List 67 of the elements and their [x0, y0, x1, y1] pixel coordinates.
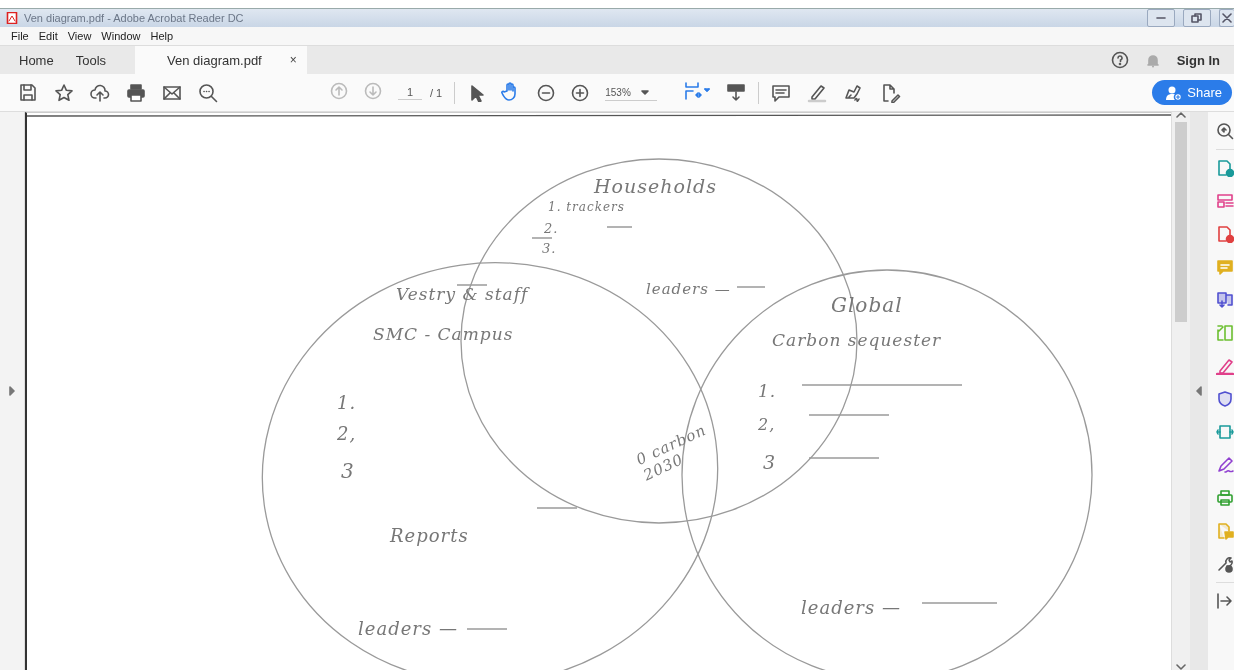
comment-icon[interactable] [771, 82, 792, 103]
scrollbar-thumb[interactable] [1175, 122, 1187, 322]
handwritten-note: Carbon sequester [772, 330, 942, 350]
cloud-upload-icon[interactable] [90, 82, 110, 103]
document-plus-icon[interactable] [1216, 225, 1234, 243]
menu-item[interactable]: View [62, 30, 97, 42]
menu-item[interactable]: Help [145, 30, 179, 42]
menu-item[interactable]: Edit [33, 30, 63, 42]
scroll-up-icon[interactable] [1176, 112, 1186, 118]
handwritten-note: 2, [337, 423, 357, 444]
shield-icon[interactable] [1216, 390, 1234, 408]
caret-icon [640, 89, 649, 95]
handwritten-note: 1. [337, 392, 357, 413]
restore-icon [1191, 13, 1203, 23]
zoom-dropdown[interactable]: 153% [605, 84, 658, 101]
close-window-button[interactable] [1219, 9, 1234, 27]
scroll-down-icon[interactable] [1176, 664, 1186, 670]
document-arrow-icon[interactable] [1216, 159, 1234, 177]
help-icon[interactable] [1110, 51, 1129, 69]
handwritten-note: Vestry & staff [396, 284, 529, 304]
handwritten-note: 1. trackers [548, 200, 625, 214]
layout-icon[interactable] [1216, 192, 1234, 210]
page-number-field[interactable]: 1 [398, 85, 422, 100]
handwritten-note: 3 [341, 459, 355, 483]
tab[interactable]: Home [8, 46, 65, 74]
pdf-file-icon [6, 12, 18, 24]
collapse-panel-icon[interactable] [1196, 386, 1202, 396]
add-user-icon [1166, 84, 1183, 101]
handwritten-note: Households [594, 175, 717, 197]
document-export-icon[interactable] [1216, 291, 1234, 309]
tab[interactable]: Tools [64, 46, 118, 74]
fit-page-icon[interactable] [683, 80, 711, 101]
share-button[interactable]: Share [1152, 80, 1232, 105]
handwritten-note: 1. [758, 381, 777, 401]
close-icon [1221, 13, 1233, 23]
sidebar-collapse-icon[interactable] [1216, 592, 1234, 610]
handwritten-note: 3. [542, 241, 557, 256]
search-icon[interactable] [198, 82, 218, 103]
printer-icon[interactable] [126, 82, 146, 103]
magnify-icon[interactable] [1216, 122, 1234, 140]
menu-item[interactable]: Window [96, 30, 146, 42]
sign-in-link[interactable]: Sign In [1176, 52, 1220, 68]
minimize-button[interactable] [1147, 9, 1175, 27]
handwritten-note: leaders — [358, 618, 458, 639]
handwritten-note: leaders — [646, 280, 731, 298]
save-icon[interactable] [18, 82, 38, 103]
wrench-plus-icon[interactable] [1216, 555, 1234, 573]
handwritten-note: leaders — [801, 597, 901, 618]
zoom-out-icon[interactable] [537, 83, 556, 102]
highlighter-icon[interactable] [1216, 357, 1234, 375]
close-tab-button[interactable]: × [289, 53, 297, 67]
window-title: Ven diagram.pdf - Adobe Acrobat Reader DC [24, 12, 244, 24]
page-total: / 1 [430, 86, 443, 99]
document-arrows-icon[interactable] [1216, 423, 1234, 441]
expand-panel-icon[interactable] [9, 386, 15, 396]
restore-button[interactable] [1183, 9, 1211, 27]
pen-icon[interactable] [1216, 456, 1234, 474]
handwritten-note: 2, [758, 415, 776, 434]
menu-item[interactable]: File [6, 30, 34, 42]
handwritten-note: 2. [544, 221, 559, 236]
zoom-in-icon[interactable] [571, 83, 590, 102]
handwritten-note: Reports [390, 525, 469, 546]
tab[interactable]: Ven diagram.pdf × [135, 46, 307, 74]
star-icon[interactable] [54, 82, 74, 103]
handwritten-note: 3 [763, 451, 777, 473]
highlighter-icon[interactable] [807, 82, 828, 103]
scroll-mode-icon[interactable] [726, 82, 747, 103]
